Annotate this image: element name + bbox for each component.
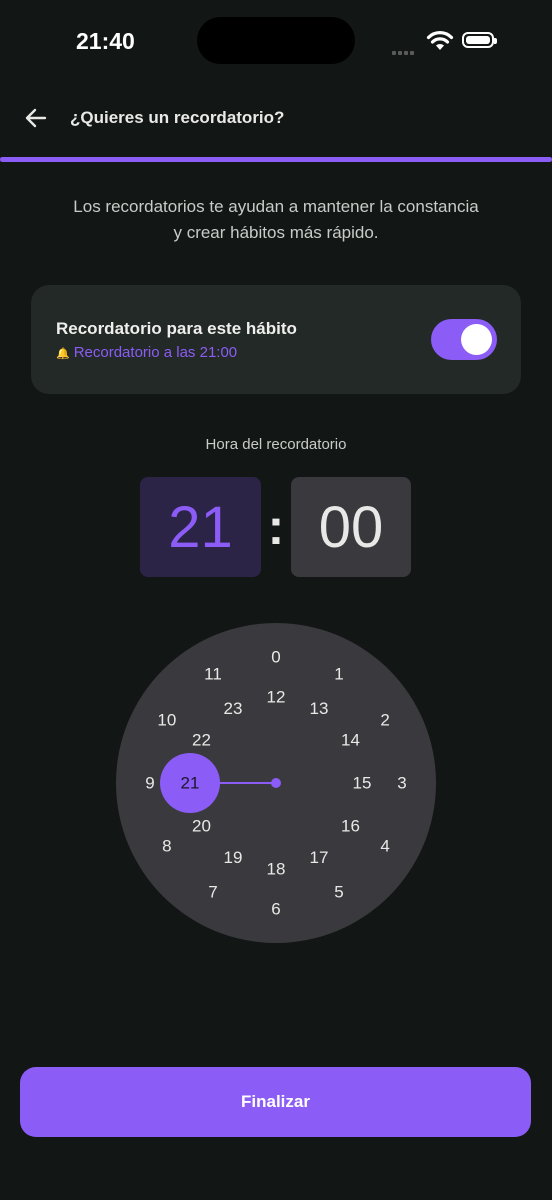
progress-bar xyxy=(0,157,552,162)
cellular-signal-icon xyxy=(392,42,416,60)
header: ¿Quieres un recordatorio? xyxy=(0,96,552,142)
clock-hour-9[interactable]: 9 xyxy=(145,774,154,793)
clock-hour-12[interactable]: 12 xyxy=(267,688,286,707)
clock-hour-14[interactable]: 14 xyxy=(341,731,360,750)
clock-hour-17[interactable]: 17 xyxy=(310,848,329,867)
clock-hour-7[interactable]: 7 xyxy=(208,883,217,902)
dynamic-island xyxy=(197,17,355,64)
status-bar: 21:40 xyxy=(0,0,552,84)
clock-hour-5[interactable]: 5 xyxy=(334,883,343,902)
time-picker-label: Hora del recordatorio xyxy=(205,436,347,453)
clock-hour-20[interactable]: 20 xyxy=(192,817,211,836)
reminder-toggle[interactable] xyxy=(431,319,497,360)
hour-clock-dial[interactable]: 0 1 2 3 4 5 6 7 8 9 10 11 12 13 14 15 16 17 18 19 20 21 22 23 xyxy=(116,623,436,943)
clock-hour-0[interactable]: 0 xyxy=(271,648,280,667)
minute-field[interactable]: 00 xyxy=(291,477,411,577)
clock-hour-19[interactable]: 19 xyxy=(224,848,243,867)
battery-icon xyxy=(462,32,497,48)
status-time: 21:40 xyxy=(76,28,135,54)
clock-hour-3[interactable]: 3 xyxy=(397,774,406,793)
description-line-2: y crear hábitos más rápido. xyxy=(173,223,379,242)
hour-field[interactable]: 21 xyxy=(140,477,261,577)
progress-fill xyxy=(0,157,552,162)
clock-hour-23[interactable]: 23 xyxy=(224,699,243,718)
clock-hour-13[interactable]: 13 xyxy=(310,699,329,718)
clock-hour-21[interactable]: 21 xyxy=(181,774,200,793)
reminder-card: Recordatorio para este hábito 🔔 Recordato… xyxy=(31,285,521,394)
clock-hour-8[interactable]: 8 xyxy=(162,837,171,856)
clock-hour-22[interactable]: 22 xyxy=(192,731,211,750)
page-title: ¿Quieres un recordatorio? xyxy=(70,108,285,127)
clock-hour-15[interactable]: 15 xyxy=(353,774,372,793)
toggle-knob xyxy=(461,324,492,355)
time-separator: : xyxy=(267,499,285,555)
finish-button[interactable]: Finalizar xyxy=(20,1067,531,1137)
clock-hour-1[interactable]: 1 xyxy=(334,664,343,683)
clock-hour-11[interactable]: 11 xyxy=(204,664,222,683)
wifi-icon xyxy=(426,31,454,50)
back-arrow-icon[interactable] xyxy=(22,104,50,132)
clock-hour-6[interactable]: 6 xyxy=(271,900,280,919)
reminder-title: Recordatorio para este hábito xyxy=(56,319,297,338)
reminder-subtitle-text: Recordatorio a las 21:00 xyxy=(73,344,238,361)
clock-hour-18[interactable]: 18 xyxy=(267,860,286,879)
bell-icon: 🔔 xyxy=(56,348,70,360)
clock-center-dot xyxy=(271,778,281,788)
description: Los recordatorios te ayudan a mantener l… xyxy=(30,194,522,246)
clock-hour-4[interactable]: 4 xyxy=(380,837,389,856)
reminder-subtitle: 🔔 Recordatorio a las 21:00 xyxy=(56,344,237,361)
clock-hour-2[interactable]: 2 xyxy=(380,711,389,730)
description-line-1: Los recordatorios te ayudan a mantener l… xyxy=(73,197,479,216)
clock-hour-10[interactable]: 10 xyxy=(157,711,176,730)
clock-hour-16[interactable]: 16 xyxy=(341,817,360,836)
